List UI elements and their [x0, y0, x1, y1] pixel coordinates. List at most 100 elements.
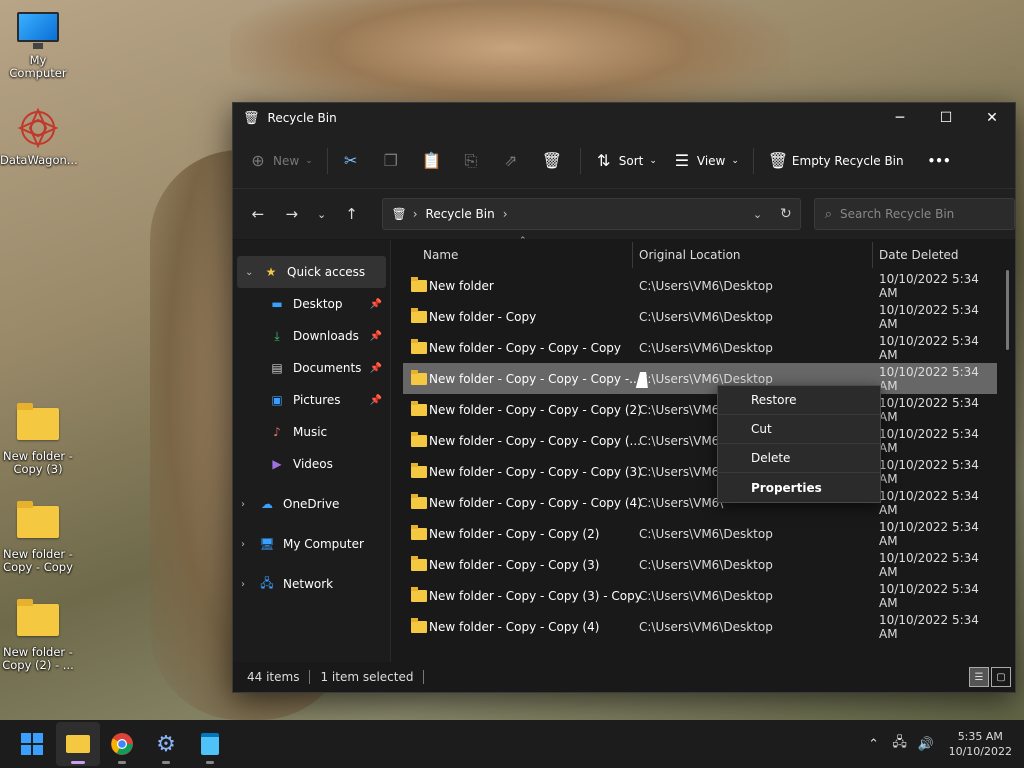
sidebar-item-downloads[interactable]: ⤓ Downloads 📌: [233, 320, 390, 352]
context-restore[interactable]: Restore: [718, 386, 880, 415]
taskbar-file-explorer[interactable]: [56, 722, 100, 766]
music-icon: ♪: [273, 425, 281, 439]
empty-recycle-bin-button[interactable]: 🗑 Empty Recycle Bin: [760, 145, 912, 177]
row-location: C:\Users\VM6\Desktop: [639, 278, 773, 293]
desktop-icon-folder-copy-2[interactable]: New folder - Copy (2) - ...: [0, 599, 76, 672]
taskbar-settings[interactable]: ⚙: [144, 722, 188, 766]
sidebar-item-my-computer[interactable]: › 🖥 My Computer: [233, 528, 390, 560]
breadcrumb-recycle-bin[interactable]: Recycle Bin: [426, 207, 495, 221]
sidebar-item-documents[interactable]: ▤ Documents 📌: [233, 352, 390, 384]
sidebar-item-music[interactable]: ♪ Music: [233, 416, 390, 448]
row-location: C:\Users\VM6\Desktop: [639, 309, 773, 324]
cut-button[interactable]: ✂: [334, 145, 374, 177]
forward-arrow-icon[interactable]: →: [275, 205, 309, 223]
expand-chevron-icon: ›: [241, 578, 245, 590]
table-row[interactable]: New folder - Copy - Copy - Copy -... C:\U…: [403, 363, 997, 394]
toolbar-divider: [326, 147, 328, 174]
search-box[interactable]: ⌕ Search Recycle Bin: [813, 198, 1015, 230]
table-row[interactable]: New folder - Copy - Copy (3) - Copy C:\Us…: [403, 580, 997, 611]
desktop-icon-datawagon[interactable]: DataWagon...: [0, 106, 78, 167]
search-icon: ⌕: [824, 206, 833, 222]
table-row[interactable]: New folder C:\Users\VM6\Desktop 10/10/2022…: [403, 270, 997, 301]
desktop-icon-label: DataWagon...: [0, 153, 78, 167]
view-button[interactable]: ☰ View ⌄: [665, 145, 747, 177]
row-date: 10/10/2022 5:34 AM: [879, 550, 979, 579]
start-button[interactable]: [10, 722, 54, 766]
folder-icon: [411, 617, 427, 633]
desktop-icon-my-computer[interactable]: My Computer: [0, 12, 76, 80]
refresh-icon[interactable]: ↻: [780, 206, 792, 222]
rename-button[interactable]: ⎘: [454, 145, 494, 177]
table-row[interactable]: New folder - Copy - Copy (3) C:\Users\VM6…: [403, 549, 997, 580]
sidebar-item-onedrive[interactable]: › ☁ OneDrive: [233, 488, 390, 520]
sidebar-item-pictures[interactable]: ▣ Pictures 📌: [233, 384, 390, 416]
context-properties[interactable]: Properties: [718, 473, 880, 502]
folder-icon: [411, 586, 427, 602]
clock[interactable]: 5:35 AM 10/10/2022: [949, 729, 1012, 759]
delete-button[interactable]: 🗑: [534, 145, 574, 177]
column-header-location[interactable]: Original Location: [639, 248, 741, 262]
row-date: 10/10/2022 5:34 AM: [879, 488, 979, 517]
row-date: 10/10/2022 5:34 AM: [879, 395, 979, 424]
file-rows: New folder C:\Users\VM6\Desktop 10/10/2022…: [403, 270, 997, 642]
row-name: New folder - Copy - Copy - Copy -...: [429, 371, 641, 386]
chevron-down-icon: ⌄: [649, 155, 657, 166]
copy-icon: ❐: [383, 151, 398, 170]
table-row[interactable]: New folder - Copy - Copy (4) C:\Users\VM6…: [403, 611, 997, 642]
rename-icon: ⎘: [464, 150, 478, 170]
table-row[interactable]: New folder - Copy - Copy (2) C:\Users\VM6…: [403, 518, 997, 549]
column-header-date[interactable]: Date Deleted: [879, 248, 959, 262]
sidebar-item-videos[interactable]: ▶ Videos: [233, 448, 390, 480]
sidebar-item-quick-access[interactable]: ⌄ ★ Quick access: [237, 256, 386, 288]
table-row[interactable]: New folder - Copy - Copy - Copy (2) C:\Us…: [403, 394, 997, 425]
folder-icon: [411, 524, 427, 540]
address-dropdown-icon[interactable]: ⌄: [753, 208, 762, 221]
table-row[interactable]: New folder - Copy C:\Users\VM6\Desktop 10/…: [403, 301, 997, 332]
more-options-button[interactable]: •••: [920, 145, 959, 177]
status-bar: 44 items 1 item selected ☰ ▢: [233, 662, 1015, 692]
vertical-scrollbar[interactable]: [1006, 270, 1009, 350]
share-button[interactable]: ⇗: [494, 145, 534, 177]
new-button[interactable]: ⊕ New ⌄: [241, 145, 321, 177]
volume-icon[interactable]: 🔊: [913, 737, 939, 752]
context-delete[interactable]: Delete: [718, 444, 880, 473]
column-header-name[interactable]: Name: [423, 248, 458, 262]
sidebar-item-network[interactable]: › 🖧 Network: [233, 568, 390, 600]
paste-button[interactable]: 📋: [414, 145, 454, 177]
sort-button[interactable]: ⇅ Sort ⌄: [587, 145, 665, 177]
explorer-window: 🗑 Recycle Bin ─ ☐ ✕ ⊕ New ⌄ ✂ ❐ 📋 ⎘ ⇗ 🗑 …: [232, 102, 1016, 693]
table-row[interactable]: New folder - Copy - Copy - Copy (4) C:\Us…: [403, 487, 997, 518]
row-name: New folder - Copy - Copy (3) - Copy: [429, 588, 642, 603]
toolbar-divider: [752, 147, 754, 174]
star-icon: ★: [265, 265, 277, 279]
details-view-icon[interactable]: ☰: [969, 667, 989, 687]
back-arrow-icon[interactable]: ←: [241, 205, 275, 223]
table-row[interactable]: New folder - Copy - Copy - Copy (3) C:\Us…: [403, 456, 997, 487]
sidebar-item-desktop[interactable]: ▬ Desktop 📌: [233, 288, 390, 320]
close-button[interactable]: ✕: [969, 103, 1015, 133]
command-bar: ⊕ New ⌄ ✂ ❐ 📋 ⎘ ⇗ 🗑 ⇅ Sort ⌄ ☰ View ⌄ 🗑 …: [233, 133, 1015, 189]
copy-button[interactable]: ❐: [374, 145, 414, 177]
thumbnails-view-icon[interactable]: ▢: [991, 667, 1011, 687]
desktop-icon-folder-copy-3[interactable]: New folder - Copy (3): [0, 403, 76, 476]
column-divider[interactable]: [872, 242, 873, 268]
recent-chevron-icon[interactable]: ⌄: [309, 208, 335, 221]
show-hidden-icons-chevron-icon[interactable]: ⌃: [861, 737, 887, 752]
clipboard-icon: 📋: [421, 151, 442, 170]
context-cut[interactable]: Cut: [718, 415, 880, 444]
minimize-button[interactable]: ─: [877, 103, 923, 133]
up-arrow-icon[interactable]: ↑: [335, 205, 369, 223]
folder-icon: [411, 276, 427, 292]
table-row[interactable]: New folder - Copy - Copy - Copy C:\Users\…: [403, 332, 997, 363]
column-divider[interactable]: [632, 242, 633, 268]
table-row[interactable]: New folder - Copy - Copy - Copy (... C:\U…: [403, 425, 997, 456]
network-icon[interactable]: 🖧: [887, 733, 913, 755]
maximize-button[interactable]: ☐: [923, 103, 969, 133]
row-date: 10/10/2022 5:34 AM: [879, 271, 979, 300]
taskbar-notepad[interactable]: [188, 722, 232, 766]
desktop-icon-folder-copy-copy[interactable]: New folder - Copy - Copy: [0, 501, 76, 574]
taskbar-chrome[interactable]: [100, 722, 144, 766]
desktop-icon-label: New folder - Copy - Copy: [3, 547, 73, 574]
address-bar[interactable]: 🗑 › Recycle Bin › ⌄ ↻: [382, 198, 801, 230]
title-bar[interactable]: 🗑 Recycle Bin ─ ☐ ✕: [233, 103, 1015, 133]
